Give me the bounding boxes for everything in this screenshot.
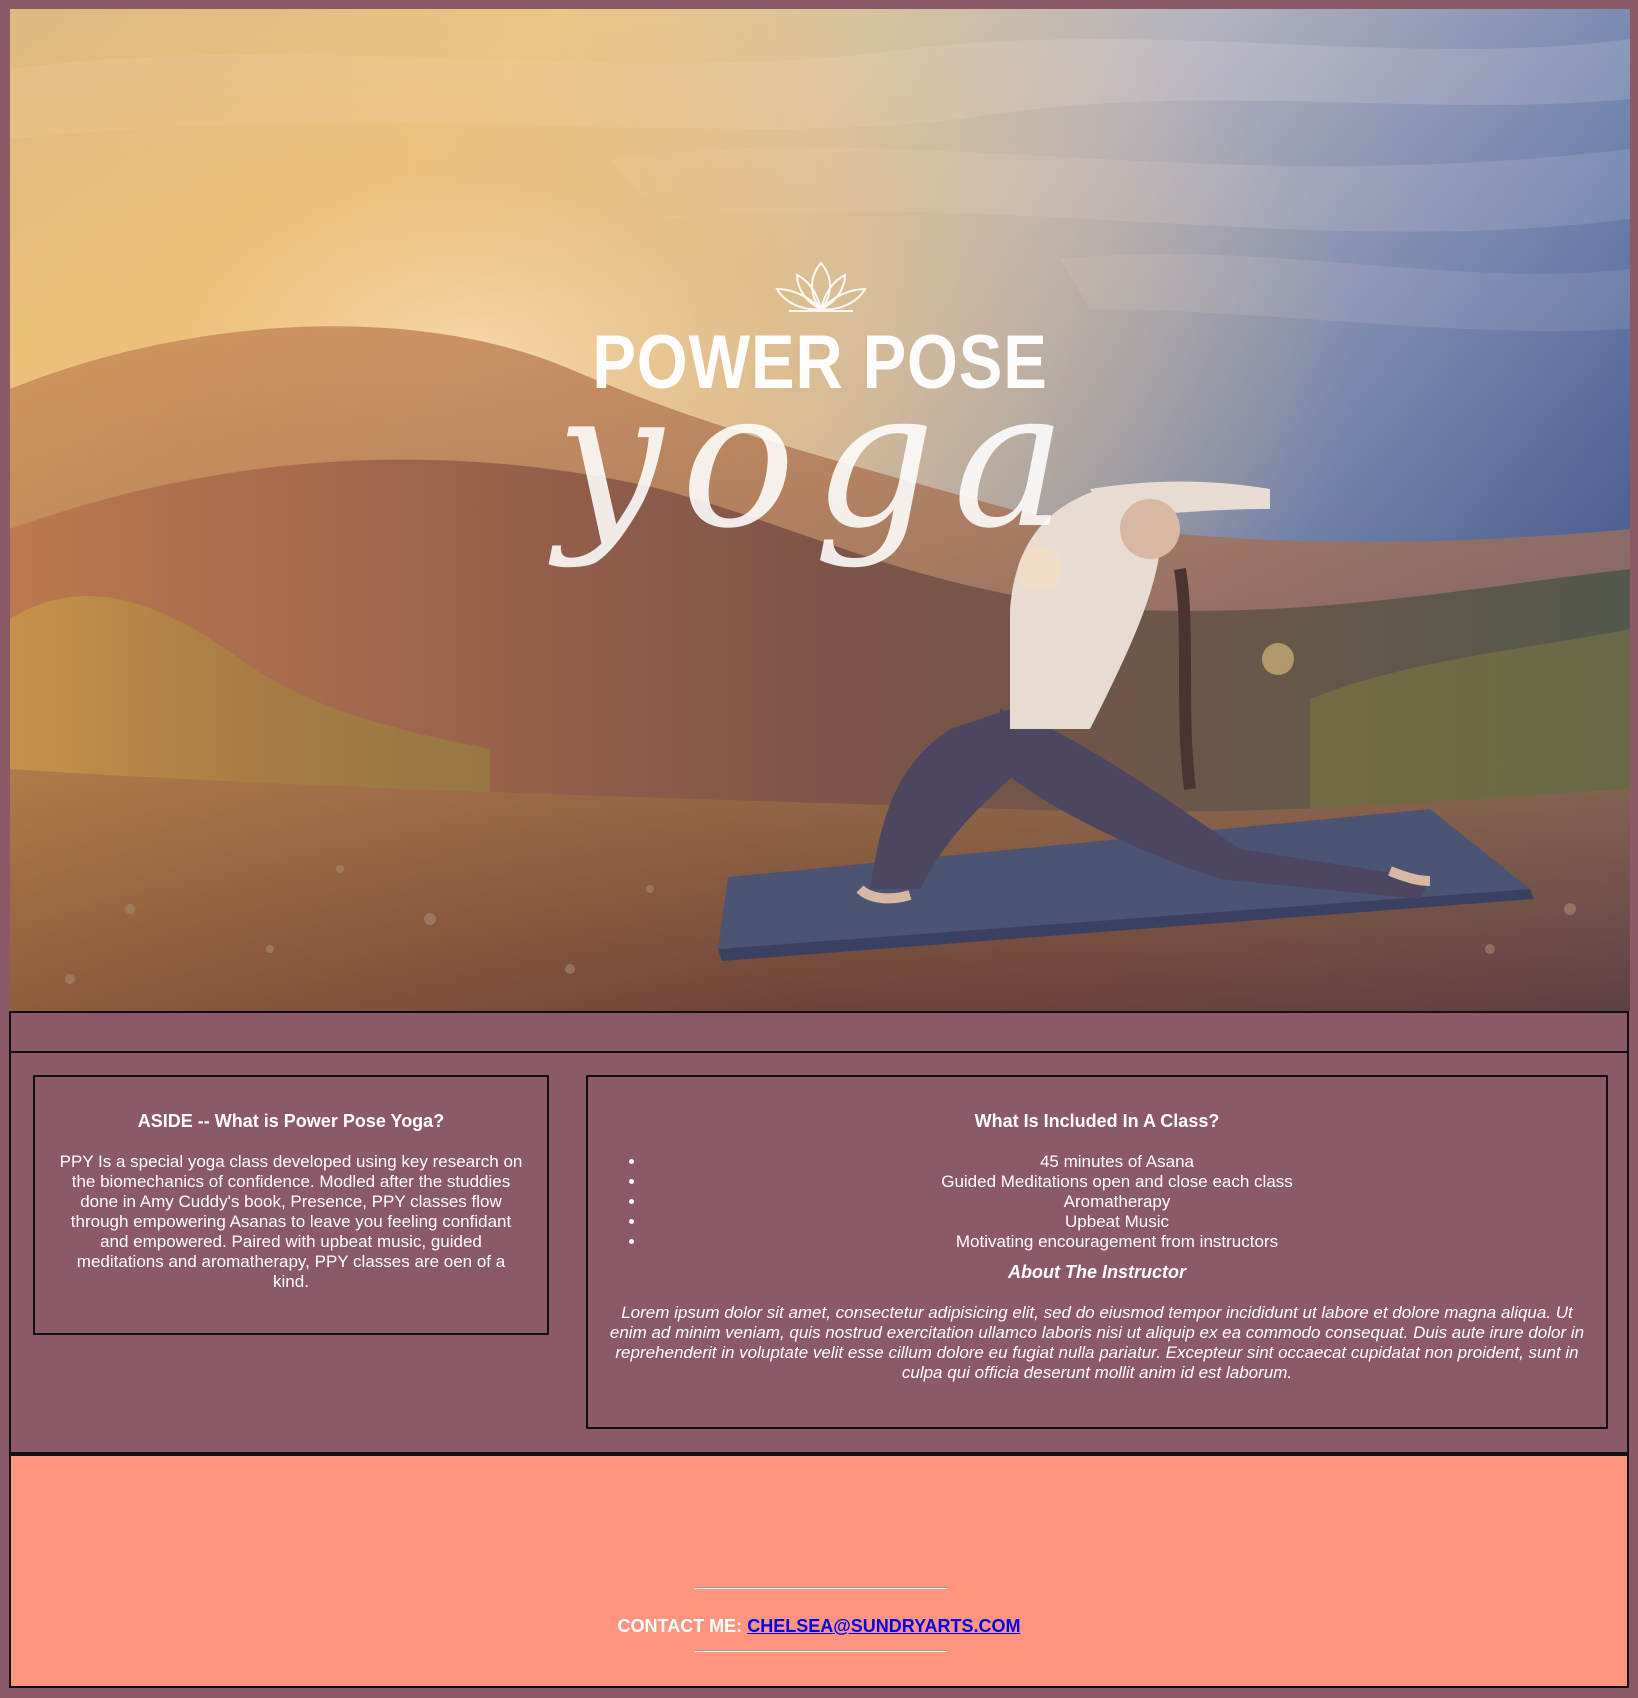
contact-line: CONTACT ME: CHELSEA@SUNDRYARTS.COM — [11, 1616, 1627, 1637]
list-item: Upbeat Music — [646, 1212, 1588, 1232]
class-info-box: What Is Included In A Class? 45 minutes … — [586, 1075, 1608, 1429]
hero-logo: POWER POSE yoga — [10, 249, 1630, 609]
instructor-heading: About The Instructor — [1008, 1262, 1186, 1282]
page-frame: POWER POSE yoga ASIDE -- What is Power P… — [9, 9, 1630, 1688]
list-item: Guided Meditations open and close each c… — [646, 1172, 1588, 1192]
divider — [695, 1587, 947, 1589]
hero-banner: POWER POSE yoga — [10, 9, 1630, 1011]
aside-body: PPY Is a special yoga class developed us… — [59, 1152, 523, 1291]
lotus-icon — [775, 261, 867, 312]
divider — [695, 1650, 947, 1652]
footer: CONTACT ME: CHELSEA@SUNDRYARTS.COM — [9, 1454, 1629, 1688]
logo-script: yoga — [555, 349, 1085, 570]
page: { "hero": { "logo_title": "POWER POSE", … — [0, 0, 1638, 1698]
main-content: ASIDE -- What is Power Pose Yoga? PPY Is… — [9, 1053, 1629, 1454]
contact-label: CONTACT ME: — [617, 1616, 743, 1636]
contact-email-link[interactable]: CHELSEA@SUNDRYARTS.COM — [747, 1616, 1020, 1636]
aside-box: ASIDE -- What is Power Pose Yoga? PPY Is… — [33, 1075, 549, 1335]
list-item: Motivating encouragement from instructor… — [646, 1232, 1588, 1252]
instructor-body: Lorem ipsum dolor sit amet, consectetur … — [609, 1303, 1585, 1382]
class-features-list: 45 minutes of Asana Guided Meditations o… — [606, 1152, 1588, 1252]
list-item: 45 minutes of Asana — [646, 1152, 1588, 1172]
class-info-heading: What Is Included In A Class? — [974, 1111, 1220, 1131]
nav-bar — [9, 1011, 1629, 1053]
aside-heading: ASIDE -- What is Power Pose Yoga? — [137, 1111, 445, 1131]
list-item: Aromatherapy — [646, 1192, 1588, 1212]
